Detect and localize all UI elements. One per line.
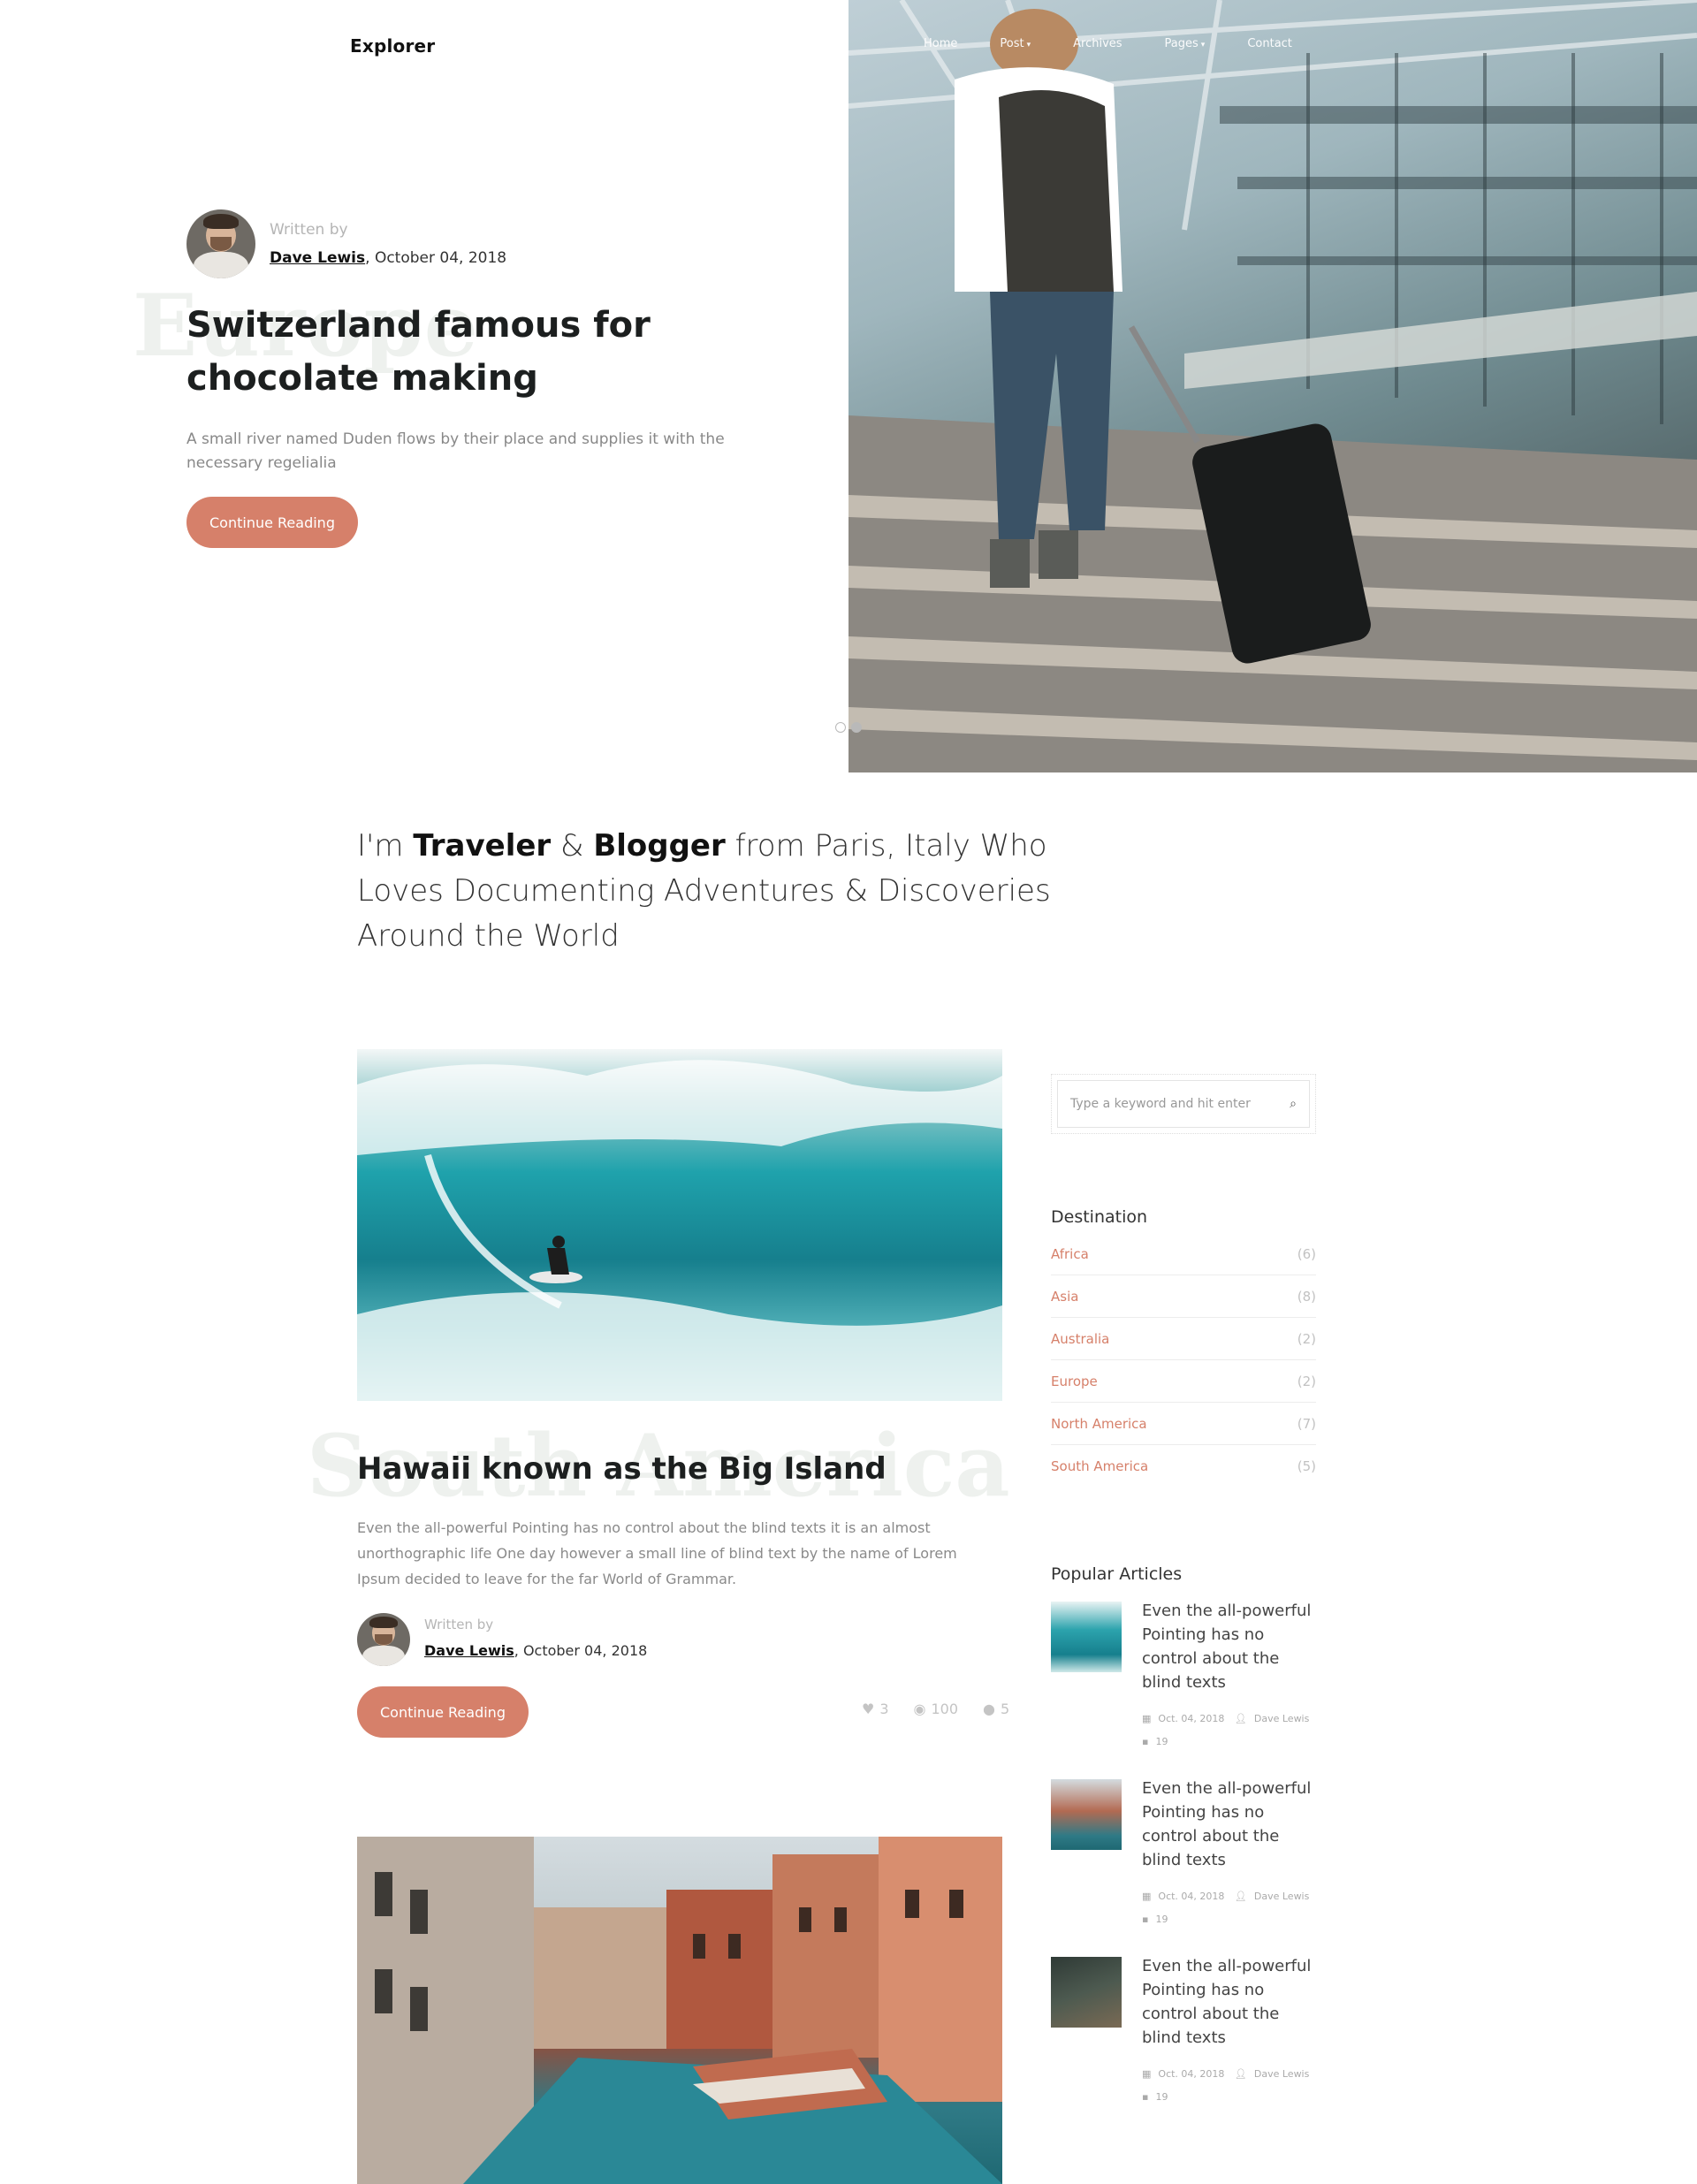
chat-icon: ▪ (1142, 2091, 1149, 2103)
written-by-label: Written by (270, 221, 348, 239)
calendar-icon: ▦ (1142, 1713, 1152, 1724)
popular-article-meta: ▦ Oct. 04, 2018 👤︎ Dave Lewis (1142, 1891, 1310, 1902)
popular-article-thumbnail[interactable] (1051, 1957, 1122, 2028)
nav-item-archives[interactable]: Archives (1073, 37, 1122, 50)
site-logo[interactable]: Explorer (350, 35, 435, 57)
nav-item-post[interactable]: Post ▾ (1000, 37, 1031, 50)
user-icon: 👤︎ (1234, 1891, 1247, 1902)
slider-dots (835, 722, 862, 733)
intro-bold-blogger: Blogger (593, 828, 726, 864)
chevron-down-icon: ▾ (1026, 41, 1031, 49)
user-icon: 👤︎ (1234, 2068, 1247, 2080)
hero-byline: Dave Lewis, October 04, 2018 (270, 249, 506, 267)
popular-article-title[interactable]: Even the all-powerful Pointing has no co… (1142, 1777, 1319, 1872)
post-stats: ♥ 3 ◉ 100 ● 5 (862, 1701, 1009, 1717)
hero-continue-reading-button[interactable]: Continue Reading (186, 497, 358, 548)
post-image-venice-canal[interactable] (357, 1837, 1002, 2184)
slider-dot-active[interactable] (851, 722, 862, 733)
author-link[interactable]: Dave Lewis (270, 249, 365, 267)
popular-articles-heading: Popular Articles (1051, 1564, 1183, 1584)
post-title[interactable]: Hawaii known as the Big Island (357, 1451, 887, 1487)
popular-article-title[interactable]: Even the all-powerful Pointing has no co… (1142, 1599, 1319, 1694)
author-avatar (357, 1613, 410, 1666)
main-nav: Home Post ▾ Archives Pages ▾ Contact (924, 37, 1335, 50)
calendar-icon: ▦ (1142, 2068, 1152, 2080)
destination-item[interactable]: Africa (6) (1051, 1233, 1316, 1275)
intro-statement: I'm Traveler & Blogger from Paris, Italy… (357, 828, 1051, 954)
post-continue-reading-button[interactable]: Continue Reading (357, 1686, 529, 1738)
destination-heading: Destination (1051, 1207, 1148, 1227)
slider-dot[interactable] (835, 722, 846, 733)
post-date: , October 04, 2018 (365, 249, 507, 267)
popular-article-comments: ▪ 19 (1142, 1736, 1168, 1747)
post-image-surfer-wave[interactable] (357, 1049, 1002, 1401)
views-count: 100 (931, 1701, 959, 1717)
destination-list: Africa (6) Asia (8) Australia (2) Europe (2)… (1051, 1233, 1316, 1488)
chat-icon: ▪ (1142, 1914, 1149, 1925)
post-byline: Dave Lewis, October 04, 2018 (424, 1642, 647, 1659)
destination-item[interactable]: South America (5) (1051, 1445, 1316, 1488)
nav-item-home[interactable]: Home (924, 37, 957, 50)
destination-item[interactable]: Australia (2) (1051, 1318, 1316, 1360)
intro-bold-traveler: Traveler (413, 828, 552, 864)
nav-item-pages[interactable]: Pages ▾ (1165, 37, 1206, 50)
destination-item[interactable]: Asia (8) (1051, 1275, 1316, 1318)
chat-icon: ▪ (1142, 1736, 1149, 1747)
likes-count: 3 (879, 1701, 889, 1717)
calendar-icon: ▦ (1142, 1891, 1152, 1902)
hero-excerpt: A small river named Duden flows by their… (186, 430, 725, 472)
popular-article-thumbnail[interactable] (1051, 1779, 1122, 1850)
comments-count: 5 (1001, 1701, 1010, 1717)
popular-article-comments: ▪ 19 (1142, 1914, 1168, 1925)
heart-icon[interactable]: ♥ (862, 1701, 874, 1717)
destination-item[interactable]: North America (7) (1051, 1403, 1316, 1445)
chevron-down-icon: ▾ (1200, 41, 1206, 49)
search-placeholder: Type a keyword and hit enter (1070, 1097, 1251, 1111)
destination-item[interactable]: Europe (2) (1051, 1360, 1316, 1403)
search-icon[interactable]: ⌕ (1290, 1097, 1297, 1111)
comment-icon[interactable]: ● (983, 1701, 995, 1717)
eye-icon: ◉ (913, 1701, 926, 1717)
post-excerpt: Even the all-powerful Pointing has no co… (357, 1519, 957, 1587)
popular-article-meta: ▦ Oct. 04, 2018 👤︎ Dave Lewis (1142, 2068, 1310, 2080)
author-link[interactable]: Dave Lewis (424, 1642, 514, 1659)
popular-article-comments: ▪ 19 (1142, 2091, 1168, 2103)
author-avatar (186, 209, 255, 278)
popular-article-title[interactable]: Even the all-powerful Pointing has no co… (1142, 1954, 1319, 2050)
search-input[interactable]: Type a keyword and hit enter ⌕ (1057, 1080, 1310, 1128)
nav-item-contact[interactable]: Contact (1247, 37, 1292, 50)
hero-title[interactable]: Switzerland famous for chocolate making (186, 299, 734, 405)
popular-article-thumbnail[interactable] (1051, 1602, 1122, 1672)
hero-image-traveler-with-suitcase (848, 0, 1697, 772)
popular-article-meta: ▦ Oct. 04, 2018 👤︎ Dave Lewis (1142, 1713, 1310, 1724)
post-date: , October 04, 2018 (514, 1642, 648, 1659)
written-by-label: Written by (424, 1617, 494, 1632)
search-widget: Type a keyword and hit enter ⌕ (1051, 1074, 1316, 1134)
user-icon: 👤︎ (1234, 1713, 1247, 1724)
